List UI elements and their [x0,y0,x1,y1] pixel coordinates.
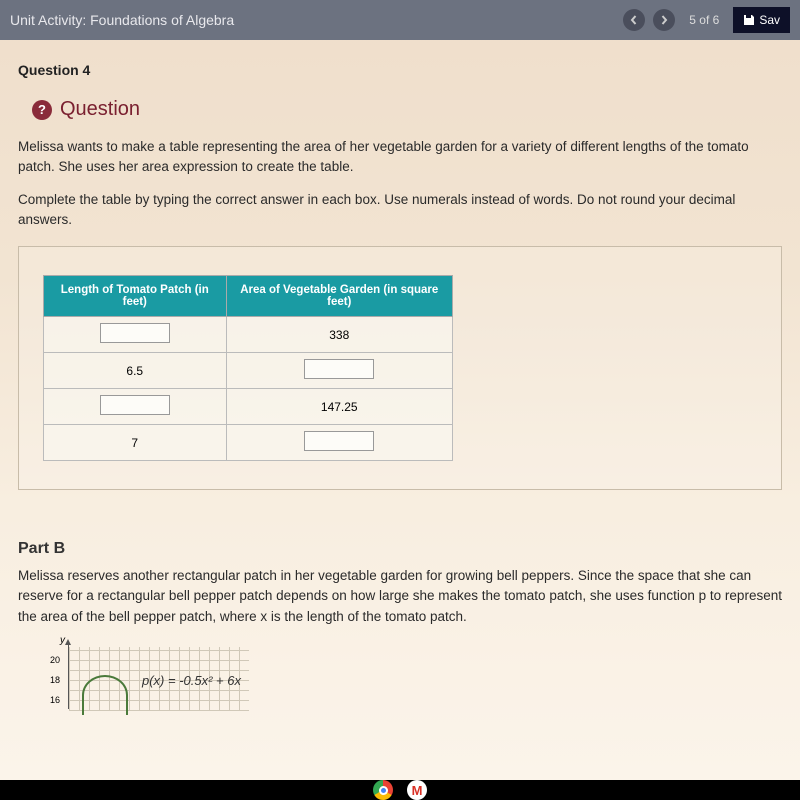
chrome-icon[interactable] [373,780,393,800]
question-mark-icon: ? [32,100,52,120]
content-area: Question 4 ? Question Melissa wants to m… [0,40,800,715]
area-input-4[interactable] [304,431,374,451]
graph-area: y 20 18 16 p(x) = -0.5x² + 6x [38,637,268,715]
table-row: 7 [44,425,453,461]
table-row: 338 [44,317,453,353]
header-controls: 5 of 6 Sav [623,7,790,33]
length-value-4: 7 [44,425,227,461]
y-tick-16: 16 [50,695,60,705]
save-icon [743,14,755,26]
y-tick-18: 18 [50,675,60,685]
y-axis [68,643,69,709]
area-input-2[interactable] [304,359,374,379]
table-row: 6.5 [44,353,453,389]
y-tick-20: 20 [50,655,60,665]
gmail-icon[interactable]: M [407,780,427,800]
table-header-area: Area of Vegetable Garden (in square feet… [226,276,452,317]
length-value-2: 6.5 [44,353,227,389]
header-title: Unit Activity: Foundations of Algebra [10,12,234,28]
formula-text: p(x) = -0.5x² + 6x [142,673,241,688]
save-label: Sav [759,13,780,27]
length-input-1[interactable] [100,323,170,343]
question-title: Question [60,98,140,121]
question-paragraph-2: Complete the table by typing the correct… [18,190,782,231]
chevron-left-icon [629,15,639,25]
table-row: 147.25 [44,389,453,425]
length-input-3[interactable] [100,395,170,415]
table-header-length: Length of Tomato Patch (in feet) [44,276,227,317]
part-b-heading: Part B [18,540,782,558]
save-button[interactable]: Sav [733,7,790,33]
area-value-3: 147.25 [226,389,452,425]
prev-button[interactable] [623,9,645,31]
question-number: Question 4 [18,62,782,78]
taskbar: M [0,780,800,800]
question-paragraph-1: Melissa wants to make a table representi… [18,137,782,178]
area-value-1: 338 [226,317,452,353]
data-table: Length of Tomato Patch (in feet) Area of… [43,275,453,461]
chevron-right-icon [659,15,669,25]
next-button[interactable] [653,9,675,31]
question-header: ? Question [32,98,782,121]
parabola-curve [82,675,128,715]
table-container: Length of Tomato Patch (in feet) Area of… [18,246,782,490]
page-indicator: 5 of 6 [683,13,725,27]
part-b-text: Melissa reserves another rectangular pat… [18,566,782,627]
app-header: Unit Activity: Foundations of Algebra 5 … [0,0,800,40]
